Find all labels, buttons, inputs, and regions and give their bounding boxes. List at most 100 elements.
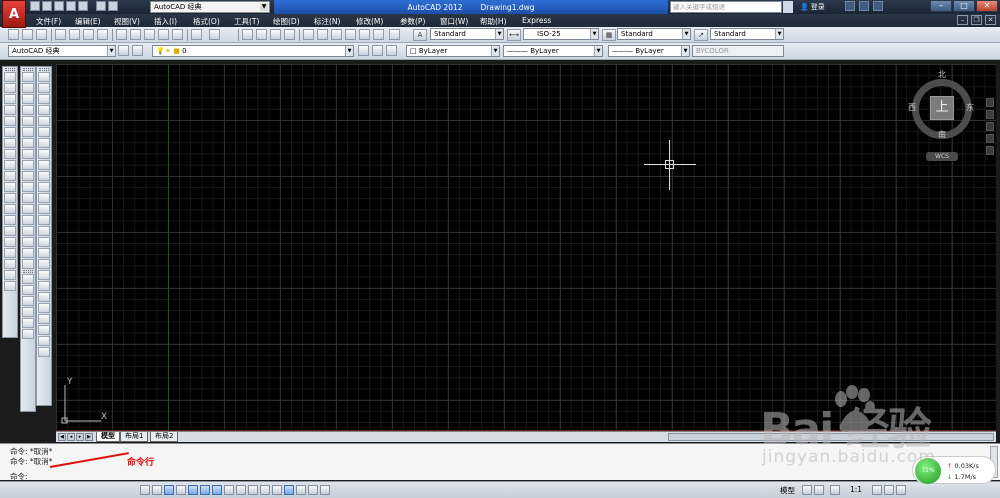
new-icon[interactable]	[30, 1, 40, 11]
zoom-previous-icon[interactable]	[284, 29, 295, 40]
properties-icon[interactable]	[303, 29, 314, 40]
draworder-icon[interactable]	[22, 274, 34, 284]
transparency-icon[interactable]	[272, 485, 282, 495]
workspace-dropdown[interactable]: AutoCAD 经典 ▼	[150, 1, 270, 13]
menu-tools[interactable]: 工具(T)	[234, 16, 259, 27]
workspace-switch-dropdown[interactable]: AutoCAD 经典 ▼	[8, 45, 116, 57]
close-button[interactable]: ✕	[976, 0, 998, 12]
polyline-icon[interactable]	[4, 94, 16, 104]
prev-tab-icon[interactable]: ◂	[67, 433, 75, 441]
center-mark-icon[interactable]	[38, 226, 50, 236]
sheet-set-icon[interactable]	[345, 29, 356, 40]
paste-icon[interactable]	[144, 29, 155, 40]
aligned-dimension-icon[interactable]	[38, 83, 50, 93]
make-block-icon[interactable]	[4, 204, 16, 214]
dimension-text-edit-icon[interactable]	[38, 270, 50, 280]
spline-icon[interactable]	[4, 160, 16, 170]
allow-ucs-icon[interactable]	[236, 485, 246, 495]
tab-layout1[interactable]: 布局1	[120, 432, 149, 442]
table-icon[interactable]	[4, 259, 16, 269]
multileader-style-dropdown[interactable]: Standard ▼	[710, 28, 784, 40]
compass-north[interactable]: 北	[938, 69, 946, 80]
angular-icon[interactable]	[38, 149, 50, 159]
dimension-style-icon[interactable]	[38, 292, 50, 302]
compass-west[interactable]: 西	[908, 102, 916, 113]
layer-state-icon[interactable]	[386, 45, 397, 56]
showmotion-icon[interactable]	[986, 146, 994, 155]
infer-constraints-icon[interactable]	[140, 485, 150, 495]
publish-icon[interactable]	[83, 29, 94, 40]
align-leaders-icon[interactable]	[38, 336, 50, 346]
make-current-layer-icon[interactable]	[358, 45, 369, 56]
trim-icon[interactable]	[22, 171, 34, 181]
help-search-input[interactable]: 键入关键字或短语	[670, 1, 782, 13]
star-icon[interactable]	[859, 1, 869, 11]
3d-object-snap-icon[interactable]	[212, 485, 222, 495]
jogged-linear-icon[interactable]	[38, 248, 50, 258]
linear-dimension-icon[interactable]	[38, 72, 50, 82]
array-icon[interactable]	[22, 116, 34, 126]
revision-cloud-icon[interactable]	[4, 149, 16, 159]
auto-scale-icon[interactable]	[884, 485, 894, 495]
polar-tracking-icon[interactable]	[188, 485, 198, 495]
lineweight-dropdown[interactable]: ——— ByLayer ▼	[608, 45, 690, 57]
workspace-switching-icon[interactable]	[896, 485, 906, 495]
menu-edit[interactable]: 编辑(E)	[75, 16, 101, 27]
erase-icon[interactable]	[22, 72, 34, 82]
insert-block-icon[interactable]	[4, 193, 16, 203]
linetype-dropdown[interactable]: ——— ByLayer ▼	[503, 45, 603, 57]
mirror-icon[interactable]	[22, 94, 34, 104]
menu-file[interactable]: 文件(F)	[36, 16, 61, 27]
dim-style-icon[interactable]: ⟷	[507, 29, 521, 41]
drawing-minimize-button[interactable]: –	[957, 15, 968, 25]
object-snap-tracking-icon[interactable]	[224, 485, 234, 495]
selection-cycling-icon[interactable]	[296, 485, 306, 495]
fillet-icon[interactable]	[22, 237, 34, 247]
menu-format[interactable]: 格式(O)	[193, 16, 220, 27]
text-front-icon[interactable]	[22, 329, 34, 339]
search-icon[interactable]	[783, 1, 793, 13]
menu-window[interactable]: 窗口(W)	[440, 16, 468, 27]
scale-icon[interactable]	[22, 149, 34, 159]
mleader-icon[interactable]	[38, 303, 50, 313]
design-center-icon[interactable]	[317, 29, 328, 40]
send-under-icon[interactable]	[22, 318, 34, 328]
last-tab-icon[interactable]: ▶	[85, 433, 93, 441]
application-menu-button[interactable]: A	[2, 0, 26, 28]
bring-above-icon[interactable]	[22, 307, 34, 317]
steeringwheel-icon[interactable]	[986, 98, 994, 107]
dimension-update-icon[interactable]	[38, 281, 50, 291]
copy-icon[interactable]	[130, 29, 141, 40]
region-icon[interactable]	[4, 248, 16, 258]
add-selected-icon[interactable]	[4, 281, 16, 291]
next-tab-icon[interactable]: ▸	[76, 433, 84, 441]
compass-south[interactable]: 南	[938, 129, 946, 140]
polygon-icon[interactable]	[4, 105, 16, 115]
remove-leader-icon[interactable]	[38, 325, 50, 335]
dim-style-dropdown[interactable]: ISO-25 ▼	[523, 28, 599, 40]
text-style-dropdown[interactable]: Standard ▼	[430, 28, 504, 40]
cut-icon[interactable]	[116, 29, 127, 40]
dimension-break-icon[interactable]	[38, 204, 50, 214]
baseline-icon[interactable]	[38, 171, 50, 181]
pan-icon[interactable]	[242, 29, 253, 40]
explode-icon[interactable]	[22, 259, 34, 269]
login-button[interactable]: 👤 登录	[800, 1, 825, 13]
copy-object-icon[interactable]	[22, 83, 34, 93]
quick-properties-icon[interactable]	[284, 485, 294, 495]
stretch-icon[interactable]	[22, 160, 34, 170]
compass-east[interactable]: 东	[966, 102, 974, 113]
line-icon[interactable]	[4, 72, 16, 82]
viewcube-top-face[interactable]: 上	[930, 96, 954, 120]
collect-leaders-icon[interactable]	[38, 347, 50, 357]
drawing-area[interactable]: Y X 上 北 南 东 西 WCS	[56, 64, 996, 431]
circle-icon[interactable]	[4, 138, 16, 148]
match-properties-icon[interactable]	[158, 29, 169, 40]
diameter-icon[interactable]	[38, 138, 50, 148]
offset-icon[interactable]	[22, 105, 34, 115]
annotation-visibility-icon[interactable]	[872, 485, 882, 495]
exchange-icon[interactable]	[845, 1, 855, 11]
ortho-mode-icon[interactable]	[176, 485, 186, 495]
color-dropdown[interactable]: □ ByLayer ▼	[406, 45, 500, 57]
plot-icon[interactable]	[78, 1, 88, 11]
